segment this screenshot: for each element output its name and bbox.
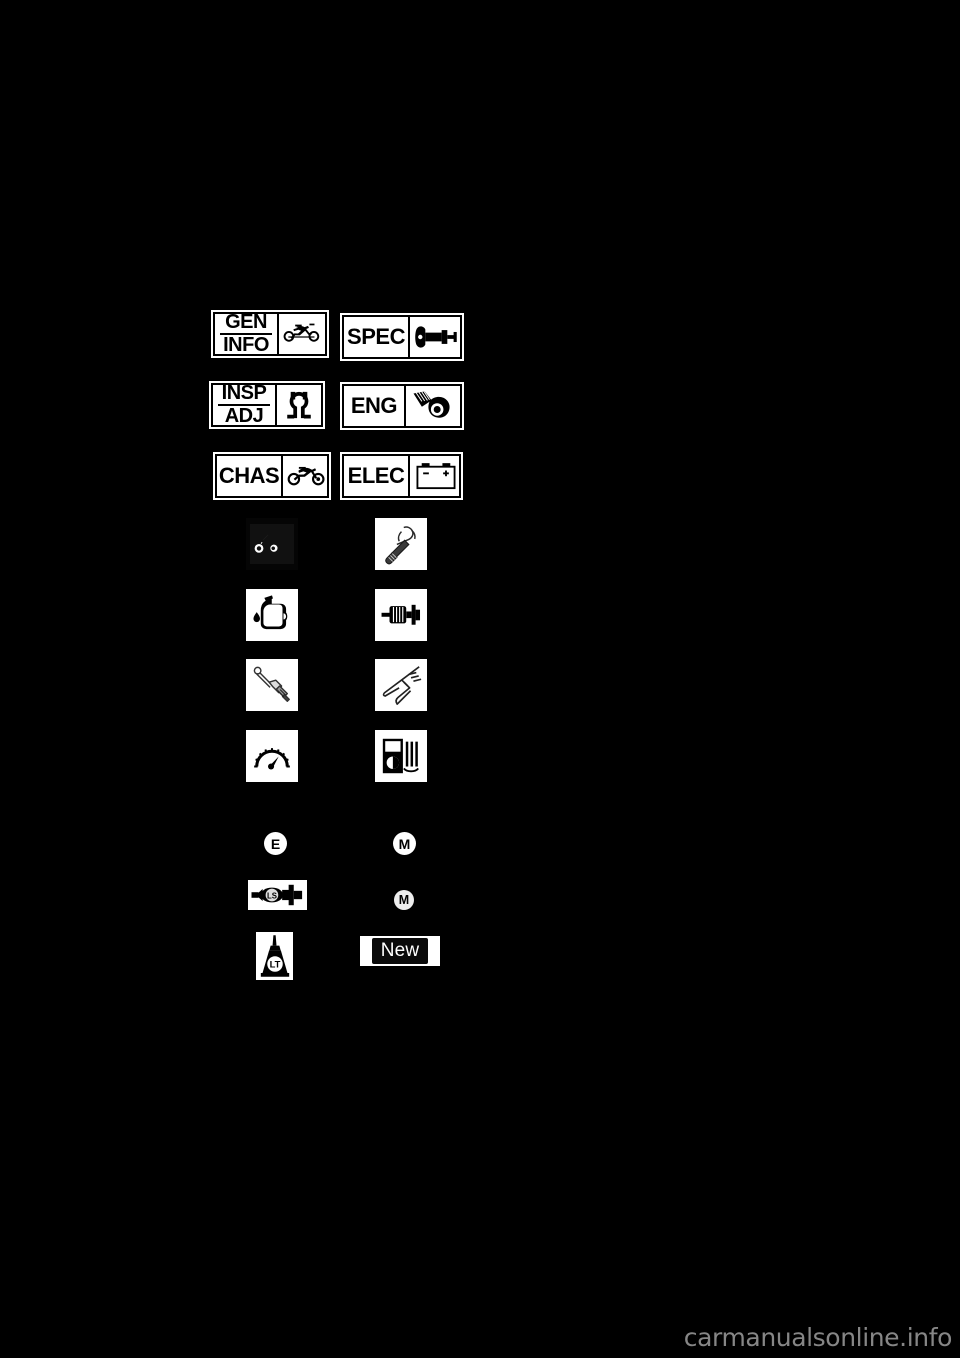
section-tab-label-line1: ENG [350,392,398,418]
new-part-symbol: New [360,936,440,966]
micrometer-icon [410,317,462,357]
symbol-icon-grid [246,518,466,800]
symbol-row [246,518,466,589]
battery-icon [410,456,462,496]
section-tab-grid: GEN INFO SPEC INSP ADJ ENG CHAS ELEC [209,310,471,523]
site-watermark: carmanualsonline.info [683,1323,953,1352]
molybdenum-disulfide-oil-mark-symbol: M [393,832,416,855]
dirt-motorcycle-icon [279,314,325,354]
section-tab-label: GEN INFO [215,311,277,355]
section-tab-insp-adj[interactable]: INSP ADJ [209,381,325,429]
engine-oil-mark-symbol: E [264,832,287,855]
section-tab-label-line1: ELEC [347,462,405,488]
symbol-row [246,659,466,730]
molybdenum-disulfide-grease-mark-symbol: M [394,890,414,910]
section-tab-label: CHAS [217,456,281,496]
symbol-row [246,729,466,801]
lubricant-symbol-grid: E M LS M LT New [246,826,466,997]
section-tab-label-line2: INFO [220,333,272,355]
torque-wrench-icon [246,659,298,711]
lithium-soap-base-grease-symbol: LS [248,880,307,910]
locking-agent-label: LT [269,960,280,971]
oil-can-icon [246,588,298,641]
tachometer-gauge-icon [246,729,298,782]
section-tab-eng[interactable]: ENG [340,382,464,430]
filling-fluid-icon [246,518,298,570]
section-tab-label-line1: CHAS [218,462,280,488]
new-part-label: New [371,938,429,964]
section-tab-label: SPEC [344,317,408,357]
section-tab-spec[interactable]: SPEC [340,313,464,361]
lubricant-symbol-row: LT New [246,932,466,997]
section-tab-label: ELEC [344,456,408,496]
special-tool-icon [375,518,427,570]
piston-icon [406,386,460,426]
section-tab-row: GEN INFO SPEC [211,310,471,381]
section-tab-row: INSP ADJ ENG [209,381,471,452]
lithium-soap-label: LS [267,891,277,900]
section-tab-label: ENG [344,386,404,426]
section-tab-label-line1: GEN [225,311,267,333]
grease-gun-icon [375,588,427,641]
section-tab-chas[interactable]: CHAS [213,452,331,500]
lubricant-symbol-row: E M [246,826,466,883]
locking-agent-symbol: LT [256,932,293,980]
section-tab-row: CHAS ELEC [211,452,471,523]
section-tab-label-line2: ADJ [218,404,270,426]
section-tab-elec[interactable]: ELEC [340,452,463,500]
section-tab-label-line1: INSP [221,382,267,404]
multimeter-tester-icon [375,729,427,782]
wrench-nut-icon [277,385,321,425]
section-tab-label-line1: SPEC [347,323,405,349]
vernier-caliper-icon [375,659,427,711]
section-tab-gen-info[interactable]: GEN INFO [211,310,329,358]
motorcycle-frame-icon [283,456,331,496]
symbol-row [246,588,466,660]
section-tab-label: INSP ADJ [213,382,275,426]
page-root: GEN INFO SPEC INSP ADJ ENG CHAS ELEC E M… [0,0,960,1358]
